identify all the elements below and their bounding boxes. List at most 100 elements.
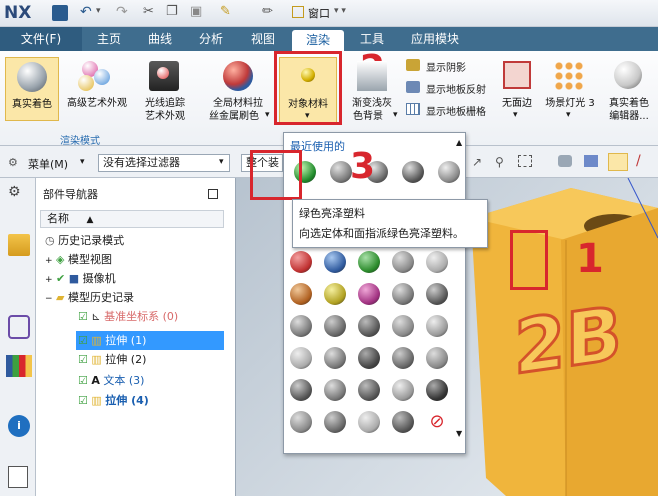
pen-icon[interactable]: ✏ <box>262 4 273 19</box>
material-swatch[interactable] <box>290 379 312 401</box>
material-swatch[interactable] <box>358 315 380 337</box>
box-select-icon[interactable] <box>518 155 532 167</box>
material-swatch[interactable] <box>324 379 346 401</box>
scroll-up-icon[interactable]: ▲ <box>456 138 462 147</box>
checkbox-checked-icon[interactable]: ☑ <box>78 334 88 347</box>
material-swatch[interactable] <box>426 379 448 401</box>
true-shading-button[interactable]: 真实着色 <box>5 57 59 121</box>
show-floor-reflect-button[interactable]: 显示地板反射 <box>406 79 496 96</box>
checkbox-checked-icon[interactable]: ☑ <box>78 374 88 387</box>
tree-item-cameras[interactable]: + ✔ ■ 摄像机 <box>45 269 116 288</box>
scene-light-button[interactable]: 场景灯光 3 ▾ <box>540 57 600 127</box>
cube-icon[interactable] <box>584 155 598 167</box>
gear-icon[interactable]: ⚙ <box>8 156 18 169</box>
chevron-down-icon[interactable]: ▾ <box>96 6 101 16</box>
tab-analysis[interactable]: 分析 <box>188 27 234 51</box>
collapse-icon[interactable]: − <box>45 294 53 304</box>
save-icon[interactable] <box>52 5 68 21</box>
show-shadow-button[interactable]: 显示阴影 <box>406 57 496 74</box>
material-swatch[interactable] <box>358 379 380 401</box>
window-menu-label[interactable]: 窗口 <box>308 5 330 21</box>
reuse-library-icon[interactable] <box>6 355 32 377</box>
gradient-background-button[interactable]: 渐变浅灰 色背景 ▾ <box>343 57 403 127</box>
chevron-down-icon[interactable]: ▾ <box>219 157 224 167</box>
selection-filter-select[interactable]: 没有选择过滤器 <box>98 154 230 172</box>
view-icon[interactable] <box>558 155 572 167</box>
web-browser-icon[interactable] <box>8 466 28 488</box>
tab-view[interactable]: 视图 <box>240 27 286 51</box>
material-swatch[interactable] <box>330 161 352 183</box>
cut-icon[interactable]: ✂ <box>143 4 154 19</box>
tree-item-model-views[interactable]: + ◈ 模型视图 <box>45 250 112 269</box>
tree-item-datum-csys[interactable]: ☑ ⊾ 基准坐标系 (0) <box>78 307 178 326</box>
checkbox-checked-icon[interactable]: ☑ <box>78 353 88 366</box>
redo-icon[interactable]: ↷ <box>116 4 128 20</box>
filter-icon[interactable]: ⚲ <box>495 155 504 169</box>
select-tool-icon[interactable]: ✎ <box>220 4 231 19</box>
tree-item-model-history[interactable]: − ▰ 模型历史记录 <box>45 288 134 307</box>
sort-up-icon[interactable]: ▲ <box>87 215 94 225</box>
material-swatch[interactable] <box>358 411 380 433</box>
advanced-art-button[interactable]: 高级艺术外观 <box>62 57 132 121</box>
chevron-down-icon[interactable]: ▾ <box>393 110 398 120</box>
paste-icon[interactable]: ▣ <box>190 4 202 19</box>
checkbox-checked-icon[interactable]: ☑ <box>78 310 88 323</box>
material-swatch[interactable] <box>426 315 448 337</box>
tree-item-extrude-2[interactable]: ☑ ▥ 拉伸 (2) <box>78 350 146 369</box>
line-tool-icon[interactable]: / <box>636 153 641 169</box>
true-shading-editor-button[interactable]: 真实着色 编辑器... <box>602 57 656 127</box>
material-swatch[interactable] <box>392 347 414 369</box>
material-swatch[interactable] <box>290 315 312 337</box>
remove-material-icon[interactable]: ⊘ <box>426 411 448 433</box>
material-swatch[interactable] <box>426 251 448 273</box>
tree-item-extrude-4[interactable]: ☑ ▥ 拉伸 (4) <box>78 391 149 410</box>
snap-icon[interactable] <box>608 153 628 171</box>
material-swatch[interactable] <box>426 347 448 369</box>
chevron-down-icon[interactable]: ▾ <box>566 110 571 120</box>
material-swatch[interactable] <box>290 283 312 305</box>
material-swatch[interactable] <box>290 251 312 273</box>
material-swatch[interactable] <box>290 411 312 433</box>
material-swatch[interactable] <box>358 251 380 273</box>
material-swatch[interactable] <box>324 347 346 369</box>
tab-home[interactable]: 主页 <box>86 27 132 51</box>
show-floor-grid-button[interactable]: 显示地板栅格 <box>406 101 496 118</box>
select-arrow-icon[interactable]: ↗ <box>472 155 482 169</box>
window-icon[interactable] <box>292 6 304 18</box>
info-icon[interactable]: i <box>8 415 30 437</box>
undo-icon[interactable]: ↶ <box>80 4 92 20</box>
no-edge-button[interactable]: 无面边 ▾ <box>497 57 537 127</box>
tab-curve[interactable]: 曲线 <box>137 27 183 51</box>
material-swatch[interactable] <box>324 251 346 273</box>
chevron-down-icon[interactable]: ▾ <box>265 110 270 120</box>
part-navigator-icon[interactable] <box>8 234 30 256</box>
assembly-navigator-icon[interactable] <box>8 315 30 339</box>
material-swatch[interactable] <box>358 283 380 305</box>
material-swatch[interactable] <box>290 347 312 369</box>
material-swatch[interactable] <box>324 283 346 305</box>
copy-icon[interactable]: ❐ <box>166 4 178 19</box>
material-swatch[interactable] <box>438 161 460 183</box>
window-dropdown-icon[interactable]: ▾ ▾ <box>334 6 346 16</box>
material-swatch[interactable] <box>324 315 346 337</box>
material-swatch[interactable] <box>392 379 414 401</box>
expand-icon[interactable]: + <box>45 256 53 266</box>
material-swatch[interactable] <box>358 347 380 369</box>
navigator-column-header[interactable]: 名称 ▲ <box>40 210 224 228</box>
tab-applications[interactable]: 应用模块 <box>400 27 470 51</box>
material-swatch[interactable] <box>392 251 414 273</box>
material-swatch[interactable] <box>392 283 414 305</box>
material-swatch[interactable] <box>402 161 424 183</box>
tree-item-extrude-1[interactable]: ☑ ▥ 拉伸 (1) <box>78 331 146 350</box>
tree-item-text-3[interactable]: ☑ A 文本 (3) <box>78 371 144 390</box>
settings-gear-icon[interactable]: ⚙ <box>8 184 21 200</box>
material-swatch[interactable] <box>392 411 414 433</box>
chevron-down-icon[interactable]: ▾ <box>513 110 518 120</box>
raytrace-button[interactable]: 光线追踪 艺术外观 <box>135 57 195 127</box>
chevron-down-icon[interactable]: ▾ <box>80 157 85 167</box>
material-swatch[interactable] <box>426 283 448 305</box>
global-material-button[interactable]: 全局材料拉 丝金属刷色 ▾ <box>203 57 273 127</box>
maximize-icon[interactable] <box>208 189 218 199</box>
tree-item-history-mode[interactable]: ◷ 历史记录模式 <box>45 231 124 250</box>
tab-render[interactable]: 渲染 <box>292 30 344 51</box>
